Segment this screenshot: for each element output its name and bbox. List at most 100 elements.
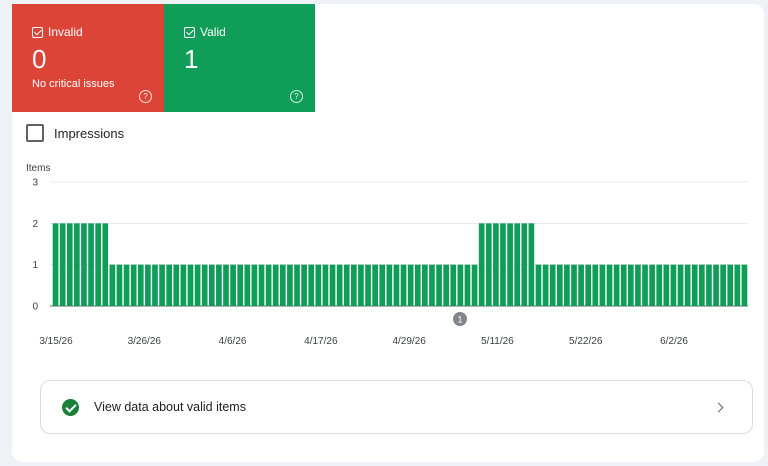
- bar: [727, 264, 734, 306]
- bar: [698, 264, 705, 306]
- y-tick-label: 1: [32, 260, 38, 271]
- bar: [237, 264, 244, 306]
- bar: [287, 264, 293, 306]
- invalid-status-tile[interactable]: Invalid 0 No critical issues ?: [12, 4, 164, 112]
- bar: [670, 264, 677, 306]
- bar: [109, 264, 116, 306]
- valid-header: Valid: [184, 25, 226, 39]
- bar: [429, 264, 435, 306]
- invalid-checkbox-icon[interactable]: [32, 26, 43, 38]
- x-tick-label: 5/11/26: [481, 336, 514, 347]
- bar: [663, 264, 670, 306]
- bar: [223, 264, 229, 306]
- bar: [464, 264, 471, 306]
- chevron-right-icon: [713, 402, 724, 413]
- bar: [159, 264, 165, 306]
- bar: [81, 223, 87, 306]
- bar: [88, 223, 94, 306]
- x-tick-label: 4/29/26: [392, 336, 426, 347]
- check-circle-icon: [62, 399, 79, 416]
- bar: [514, 223, 521, 306]
- bar: [66, 223, 73, 306]
- bar: [613, 264, 620, 306]
- bar: [436, 264, 442, 306]
- bar: [407, 264, 414, 306]
- bar: [301, 264, 307, 306]
- bar: [116, 264, 123, 306]
- bar: [706, 264, 712, 306]
- bar: [443, 264, 450, 306]
- bar: [599, 264, 606, 306]
- bar: [166, 264, 173, 306]
- bar: [59, 223, 66, 306]
- bar: [230, 264, 236, 306]
- bar: [216, 264, 222, 306]
- bar: [720, 264, 726, 306]
- bar: [358, 264, 364, 306]
- view-valid-items-label: View data about valid items: [94, 400, 246, 414]
- invalid-header: Invalid: [32, 25, 83, 39]
- bar: [571, 264, 577, 306]
- impressions-toggle[interactable]: Impressions: [26, 124, 124, 142]
- y-tick-label: 2: [32, 219, 38, 230]
- invalid-subtitle: No critical issues: [32, 78, 115, 90]
- bar: [336, 264, 343, 306]
- bar: [677, 264, 684, 306]
- bar: [251, 264, 258, 306]
- bar: [691, 264, 698, 306]
- bar: [422, 264, 428, 306]
- impressions-checkbox-icon[interactable]: [26, 124, 44, 142]
- help-icon[interactable]: ?: [139, 90, 152, 103]
- help-icon[interactable]: ?: [290, 90, 303, 103]
- bar: [95, 223, 102, 306]
- bar: [272, 264, 279, 306]
- bar: [528, 223, 535, 306]
- coverage-card: Invalid 0 No critical issues ? Valid 1 ?…: [12, 4, 764, 462]
- bar: [123, 264, 130, 306]
- valid-status-tile[interactable]: Valid 1 ?: [164, 4, 315, 112]
- bar: [208, 264, 215, 306]
- bar: [485, 223, 492, 306]
- items-chart: Items 0 1 2 3 3/15/26 3/26/26 4/6/26 4/17/26 4/29…: [12, 154, 764, 354]
- valid-checkbox-icon[interactable]: [184, 26, 195, 38]
- y-axis-label: Items: [26, 163, 50, 174]
- bar: [187, 264, 194, 306]
- bar: [478, 223, 485, 306]
- bar: [294, 264, 300, 306]
- bar: [414, 264, 421, 306]
- bar: [535, 264, 542, 306]
- bar: [656, 264, 663, 306]
- bar: [393, 264, 400, 306]
- bar: [173, 264, 180, 306]
- bar: [741, 264, 748, 306]
- bar: [180, 264, 187, 306]
- bar: [734, 264, 741, 306]
- invalid-label: Invalid: [48, 25, 83, 39]
- impressions-label: Impressions: [54, 125, 125, 141]
- view-valid-items-link[interactable]: View data about valid items: [40, 380, 753, 434]
- bar: [649, 264, 655, 306]
- x-tick-label: 4/17/26: [304, 336, 338, 347]
- bar: [457, 264, 464, 306]
- bar: [549, 264, 556, 306]
- x-tick-label: 4/6/26: [219, 336, 247, 347]
- bar: [258, 264, 265, 306]
- bar: [713, 264, 719, 306]
- bar: [372, 264, 378, 306]
- bar: [521, 223, 528, 306]
- bar: [500, 223, 506, 306]
- bar: [620, 264, 627, 306]
- bar: [684, 264, 691, 306]
- bar: [386, 264, 393, 306]
- y-tick-label: 0: [32, 302, 38, 313]
- bar: [507, 223, 513, 306]
- bar: [493, 223, 499, 306]
- x-tick-label: 6/2/26: [660, 336, 688, 347]
- annotation-label: 1: [457, 315, 462, 325]
- bar: [556, 264, 563, 306]
- bar: [194, 264, 201, 306]
- bar: [322, 264, 329, 306]
- bar: [400, 264, 407, 306]
- bar: [471, 264, 478, 306]
- bar: [201, 264, 208, 306]
